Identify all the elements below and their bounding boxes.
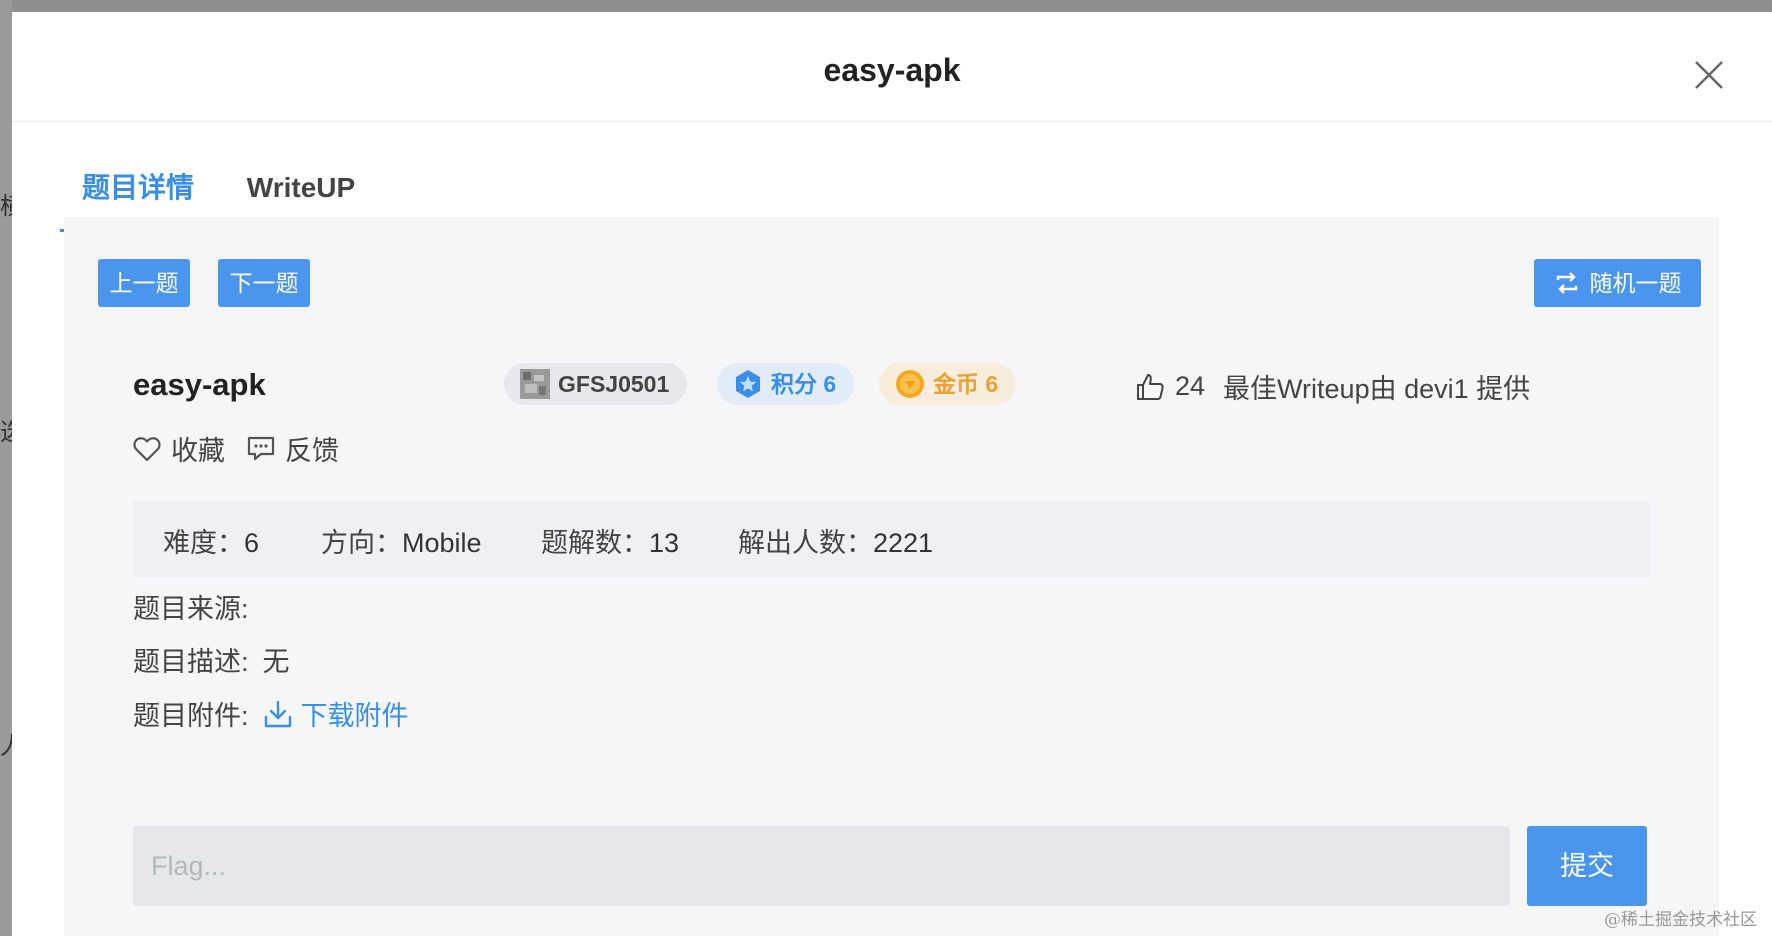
stat-difficulty: 难度：6 [163, 521, 259, 560]
stat-label: 题解数： [541, 528, 649, 558]
description-value: 无 [262, 647, 290, 677]
feedback-button[interactable]: 反馈 [247, 429, 339, 468]
stat-value: 2221 [873, 528, 934, 558]
stat-value: 13 [649, 528, 680, 558]
flag-input[interactable] [133, 826, 1510, 906]
source-row: 题目来源: [133, 587, 263, 626]
prev-challenge-button[interactable]: 上一题 [98, 259, 190, 307]
download-label: 下载附件 [300, 701, 409, 731]
favorite-button[interactable]: 收藏 [133, 429, 225, 468]
stats-bar: 难度：6 方向：Mobile 题解数：13 解出人数：2221 [133, 501, 1650, 577]
problem-name: easy-apk [133, 367, 266, 402]
background-page [0, 0, 12, 936]
download-attachment-link[interactable]: 下载附件 [263, 694, 409, 733]
challenge-panel: 上一题 下一题 随机一题 easy-apk GFSJ0501 积分 6 金币 6… [64, 217, 1719, 936]
author-avatar-icon [520, 369, 550, 399]
stat-solvers: 解出人数：2221 [738, 521, 933, 560]
random-challenge-button[interactable]: 随机一题 [1534, 259, 1701, 307]
best-writeup-text: 最佳Writeup由 devi1 提供 [1223, 374, 1531, 404]
author-name: GFSJ0501 [558, 371, 670, 397]
attachment-row: 题目附件: 下载附件 [133, 694, 409, 733]
likes-count: 24 [1175, 371, 1206, 401]
modal-header: easy-apk [12, 12, 1772, 122]
heart-icon [133, 436, 161, 461]
challenge-card: easy-apk GFSJ0501 积分 6 金币 6 24 最佳Writeup… [101, 331, 1682, 936]
modal-title: easy-apk [823, 52, 961, 88]
stat-writeups: 题解数：13 [541, 521, 679, 560]
gold-label: 金币 6 [933, 371, 999, 397]
stat-direction: 方向：Mobile [321, 521, 482, 560]
score-label: 积分 6 [771, 371, 837, 397]
watermark: @稀土掘金技术社区 [1604, 910, 1757, 930]
shuffle-icon [1556, 272, 1577, 294]
source-label: 题目来源: [133, 594, 249, 624]
likes-info: 24 最佳Writeup由 devi1 提供 [1135, 367, 1530, 406]
comment-icon [247, 436, 275, 460]
challenge-modal: easy-apk 题目详情 WriteUP 上一题 下一题 随机一题 easy-… [12, 12, 1772, 936]
author-badge[interactable]: GFSJ0501 [504, 363, 688, 405]
close-icon[interactable] [1692, 58, 1726, 92]
score-badge: 积分 6 [717, 363, 855, 405]
stat-label: 难度： [163, 528, 244, 558]
feedback-label: 反馈 [285, 436, 339, 466]
thumbs-up-icon[interactable] [1135, 372, 1165, 402]
stat-label: 方向： [321, 528, 402, 558]
submit-button[interactable]: 提交 [1527, 826, 1647, 906]
next-challenge-button[interactable]: 下一题 [218, 259, 310, 307]
description-row: 题目描述: 无 [133, 640, 290, 679]
description-label: 题目描述: [133, 647, 249, 677]
stat-value: 6 [244, 528, 260, 558]
random-challenge-label: 随机一题 [1589, 270, 1682, 296]
coin-icon [896, 370, 924, 398]
stat-value: Mobile [402, 528, 482, 558]
star-badge-icon [736, 370, 760, 398]
gold-badge: 金币 6 [879, 363, 1017, 405]
attachment-label: 题目附件: [133, 701, 249, 731]
download-icon [264, 700, 291, 727]
stat-label: 解出人数： [738, 528, 873, 558]
favorite-label: 收藏 [171, 436, 225, 466]
